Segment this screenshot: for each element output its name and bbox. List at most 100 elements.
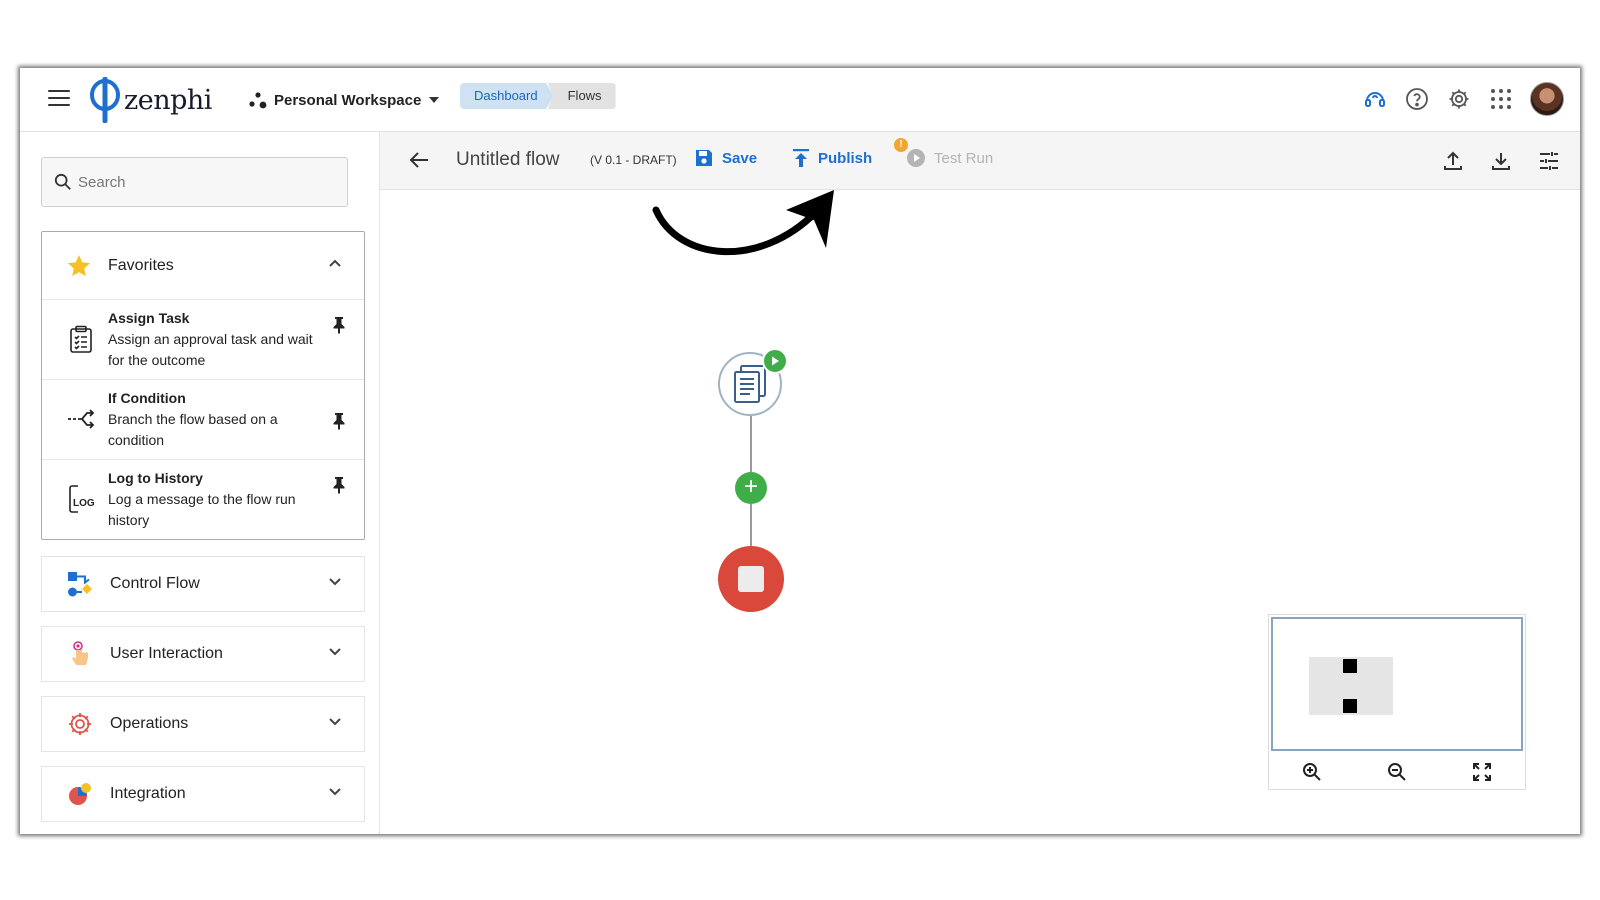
stop-icon [738, 566, 764, 592]
zenphi-logo[interactable]: zenphi [88, 76, 228, 124]
menu-icon[interactable] [48, 90, 70, 108]
flow-connector [750, 504, 752, 546]
annotation-arrow-icon [652, 190, 834, 256]
flow-canvas[interactable]: + [380, 190, 1580, 834]
add-step-button[interactable]: + [735, 472, 767, 504]
caret-down-icon [429, 97, 440, 103]
version-label: (V 0.1 - DRAFT) [590, 153, 677, 167]
category-integration[interactable]: Integration [41, 766, 365, 822]
flow-connector [750, 416, 752, 472]
save-button[interactable]: Save [694, 148, 757, 168]
minimap-area [1309, 657, 1393, 715]
favorites-panel: Favorites Assign Task Assign an approval… [41, 231, 365, 540]
clipboard-checklist-icon [70, 325, 92, 353]
favorite-item-log-to-history[interactable]: LOG Log to History Log a message to the … [42, 460, 364, 540]
search-box[interactable] [41, 157, 348, 207]
integration-icon [69, 783, 91, 805]
minimap-node [1343, 699, 1357, 713]
category-label: Control Flow [110, 575, 200, 592]
pin-icon[interactable] [332, 412, 346, 430]
category-user-interaction[interactable]: User Interaction [41, 626, 365, 682]
category-operations[interactable]: Operations [41, 696, 365, 752]
play-icon[interactable] [762, 348, 788, 374]
category-label: Integration [110, 785, 186, 802]
zenphi-logo-icon [90, 77, 120, 123]
top-icons [1346, 82, 1564, 116]
favorites-header[interactable]: Favorites [42, 232, 364, 300]
control-flow-icon [68, 572, 92, 597]
logo-text: zenphi [124, 84, 212, 116]
test-run-label: Test Run [934, 149, 994, 167]
sidebar: Favorites Assign Task Assign an approval… [20, 132, 380, 834]
favorite-item-title: Log to History [108, 470, 203, 486]
chevron-down-icon[interactable] [328, 787, 342, 797]
flow-editor: Untitled flow (V 0.1 - DRAFT) Save Publi… [380, 132, 1580, 834]
chevron-down-icon[interactable] [328, 577, 342, 587]
workspace-name: Personal Workspace [274, 91, 422, 109]
category-header[interactable]: User Interaction [42, 627, 364, 681]
warning-badge: ! [894, 138, 908, 152]
publish-icon [793, 149, 809, 167]
minimap-node [1343, 659, 1357, 673]
publish-button[interactable]: Publish [792, 148, 872, 168]
settings-gear-icon[interactable] [1446, 86, 1472, 112]
publish-label: Publish [818, 149, 873, 167]
toolbar-right-actions [1418, 148, 1562, 174]
branch-icon [68, 409, 95, 429]
chevron-down-icon[interactable] [328, 647, 342, 657]
download-icon[interactable] [1488, 148, 1514, 174]
breadcrumb-flows[interactable]: Flows [547, 83, 616, 109]
minimap-controls [1269, 755, 1525, 789]
upload-icon[interactable] [1440, 148, 1466, 174]
apps-grid-icon[interactable] [1488, 86, 1514, 112]
top-bar: zenphi Personal Workspace Dashboard Flow… [20, 68, 1580, 132]
end-node[interactable] [718, 546, 784, 612]
category-label: User Interaction [110, 645, 223, 662]
fit-screen-icon[interactable] [1469, 759, 1495, 785]
chevron-up-icon[interactable] [328, 258, 342, 268]
touch-hand-icon [72, 641, 88, 665]
category-header[interactable]: Control Flow [42, 557, 364, 611]
favorite-item-assign-task[interactable]: Assign Task Assign an approval task and … [42, 300, 364, 380]
svg-text:LOG: LOG [73, 498, 95, 509]
category-header[interactable]: Operations [42, 697, 364, 751]
category-label: Operations [110, 715, 189, 732]
zoom-out-icon[interactable] [1384, 759, 1410, 785]
help-icon[interactable] [1404, 86, 1430, 112]
workspace-icon [249, 92, 267, 109]
log-icon: LOG [69, 485, 95, 513]
star-icon [67, 254, 91, 276]
zoom-in-icon[interactable] [1299, 759, 1325, 785]
flow-toolbar: Untitled flow (V 0.1 - DRAFT) Save Publi… [380, 132, 1580, 190]
support-icon[interactable] [1362, 86, 1388, 112]
favorite-item-if-condition[interactable]: If Condition Branch the flow based on a … [42, 380, 364, 460]
minimap [1268, 614, 1526, 790]
app-window: zenphi Personal Workspace Dashboard Flow… [20, 68, 1580, 834]
back-arrow-icon[interactable] [408, 149, 430, 171]
save-label: Save [722, 149, 758, 167]
play-circle-icon [907, 149, 925, 167]
favorite-item-title: If Condition [108, 390, 186, 406]
minimap-viewport[interactable] [1271, 617, 1523, 751]
document-icon [734, 365, 766, 403]
avatar[interactable] [1530, 82, 1564, 116]
save-icon [696, 150, 712, 166]
flow-title[interactable]: Untitled flow [456, 149, 560, 171]
favorites-label: Favorites [108, 256, 174, 274]
pin-icon[interactable] [332, 316, 346, 334]
favorite-item-desc: Assign an approval task and wait for the… [108, 331, 313, 368]
workspace-selector[interactable]: Personal Workspace [248, 88, 440, 112]
breadcrumb-dashboard[interactable]: Dashboard [460, 83, 554, 109]
search-icon [54, 173, 71, 190]
breadcrumb: Dashboard Flows [460, 83, 616, 109]
favorite-item-desc: Branch the flow based on a condition [108, 411, 278, 448]
chevron-down-icon[interactable] [328, 717, 342, 727]
tune-settings-icon[interactable] [1536, 148, 1562, 174]
test-run-button[interactable]: ! Test Run [894, 138, 994, 168]
favorite-item-title: Assign Task [108, 310, 190, 326]
category-header[interactable]: Integration [42, 767, 364, 821]
category-control-flow[interactable]: Control Flow [41, 556, 365, 612]
operations-gear-icon [69, 713, 91, 735]
search-input[interactable] [78, 173, 318, 191]
pin-icon[interactable] [332, 476, 346, 494]
